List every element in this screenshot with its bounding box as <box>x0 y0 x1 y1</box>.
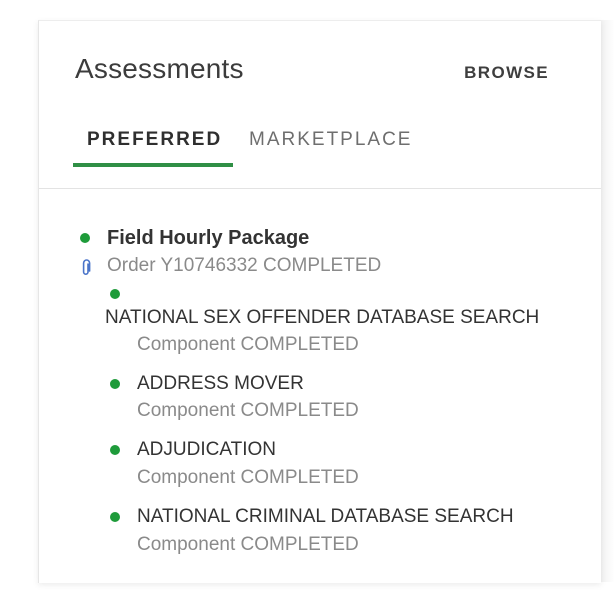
component-status: Component COMPLETED <box>137 400 359 421</box>
component-status-dot-icon <box>110 289 120 299</box>
active-tab-indicator <box>73 163 233 167</box>
component-status: Component COMPLETED <box>137 534 359 555</box>
browse-button[interactable]: BROWSE <box>464 63 549 83</box>
tab-preferred[interactable]: PREFERRED <box>87 129 222 161</box>
card-header: Assessments BROWSE <box>39 21 601 84</box>
tab-marketplace[interactable]: MARKETPLACE <box>249 129 412 161</box>
divider <box>39 188 601 189</box>
component-name: ADJUDICATION <box>137 439 276 460</box>
component-status: Component COMPLETED <box>137 467 359 488</box>
component-status-dot-icon <box>110 512 120 522</box>
component-status: Component COMPLETED <box>137 334 359 355</box>
assessments-card: Assessments BROWSE PREFERRED MARKETPLACE… <box>38 20 601 583</box>
package-name[interactable]: Field Hourly Package <box>107 227 309 250</box>
order-status-text[interactable]: Order Y10746332 COMPLETED <box>107 255 381 277</box>
component-status-dot-icon <box>110 379 120 389</box>
component-name: NATIONAL CRIMINAL DATABASE SEARCH <box>137 506 514 527</box>
component-name: ADDRESS MOVER <box>137 373 304 394</box>
tab-bar: PREFERRED MARKETPLACE <box>73 121 573 167</box>
adjacent-panel-edge <box>600 20 614 582</box>
component-status-dot-icon <box>110 445 120 455</box>
component-name: NATIONAL SEX OFFENDER DATABASE SEARCH <box>105 307 540 328</box>
card-title: Assessments <box>75 53 244 84</box>
paperclip-icon <box>82 259 91 275</box>
package-status-dot-icon <box>80 233 90 243</box>
